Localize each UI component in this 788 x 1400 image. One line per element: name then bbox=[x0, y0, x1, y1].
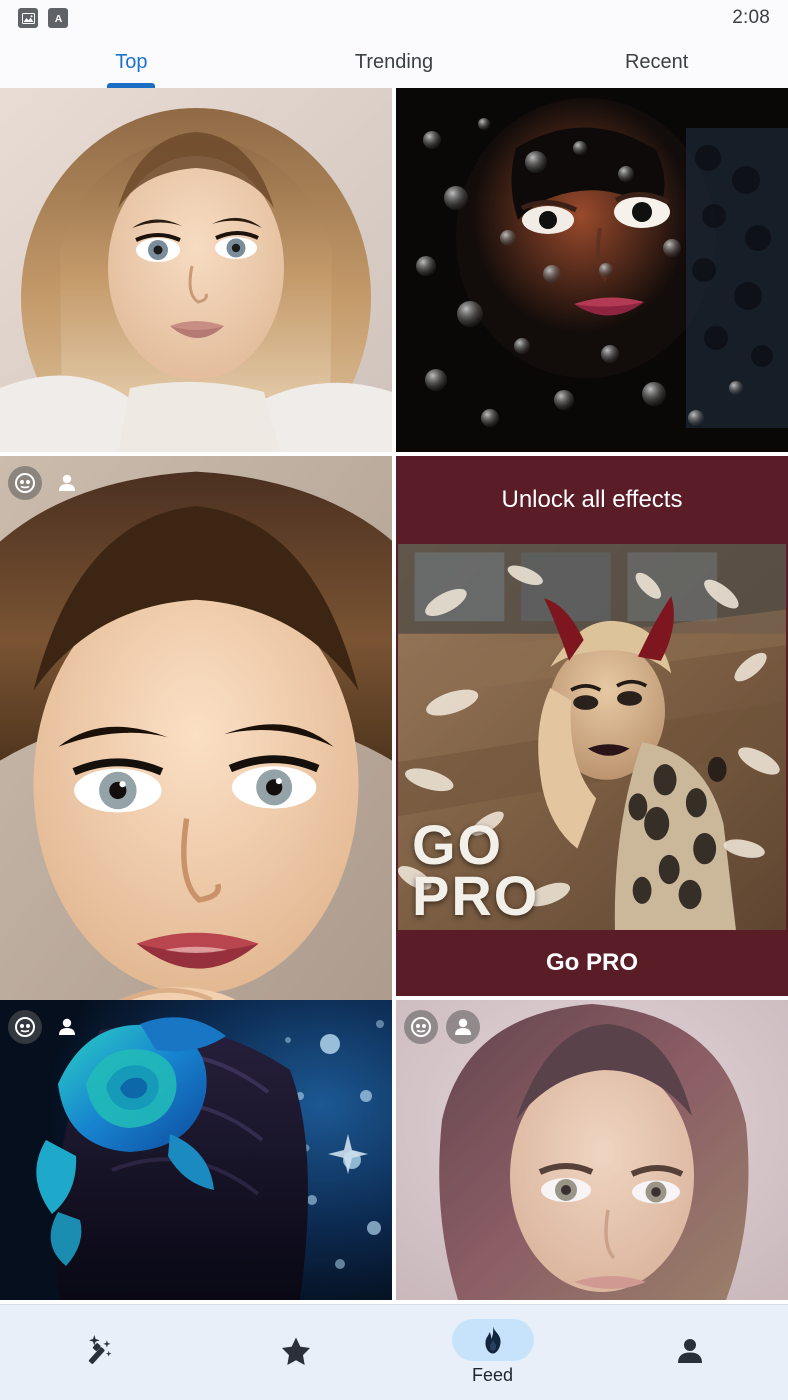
tab-top[interactable]: Top bbox=[0, 36, 263, 88]
promo-card[interactable]: Unlock all effects GO PRO Go PRO bbox=[396, 456, 788, 996]
nav-item-favorites[interactable] bbox=[197, 1305, 394, 1400]
feed-tile-3-badges bbox=[8, 466, 84, 500]
nav-item-feed[interactable]: Feed bbox=[394, 1305, 591, 1400]
feed-tile-4[interactable] bbox=[396, 1000, 788, 1300]
tab-trending-label: Trending bbox=[354, 50, 434, 73]
flame-icon bbox=[451, 1319, 534, 1361]
app-screen: A 2:08 Top Trending Recent Unlock all ef… bbox=[0, 0, 788, 1400]
status-bar: A 2:08 bbox=[0, 0, 788, 36]
person-icon[interactable] bbox=[50, 466, 84, 500]
tab-recent[interactable]: Recent bbox=[525, 36, 788, 88]
face-effect-icon[interactable] bbox=[404, 1010, 438, 1044]
svg-text:A: A bbox=[54, 13, 62, 25]
tab-bar: Top Trending Recent bbox=[0, 36, 788, 88]
feed-tile-1-image bbox=[0, 88, 392, 452]
feed-tile-5-badges bbox=[8, 1010, 84, 1044]
bottom-navigation: Feed bbox=[0, 1304, 788, 1400]
feed-tile-2[interactable] bbox=[396, 88, 788, 452]
image-notification-icon bbox=[18, 8, 38, 28]
promo-card-body: Unlock all effects GO PRO Go PRO bbox=[396, 456, 788, 996]
letter-a-notification-icon: A bbox=[48, 8, 68, 28]
promo-image-overlay-text: GO PRO bbox=[412, 812, 540, 928]
nav-item-feed-label: Feed bbox=[471, 1365, 514, 1385]
person-icon[interactable] bbox=[446, 1010, 480, 1044]
go-pro-button[interactable]: Go PRO bbox=[396, 930, 788, 996]
promo-image: GO PRO bbox=[398, 544, 786, 930]
nav-item-effects[interactable] bbox=[0, 1305, 197, 1400]
promo-overlay-line-1: GO bbox=[412, 812, 504, 876]
nav-item-profile[interactable] bbox=[591, 1305, 788, 1400]
person-icon bbox=[649, 1330, 731, 1372]
promo-overlay-line-2: PRO bbox=[412, 864, 540, 928]
tab-recent-label: Recent bbox=[624, 50, 689, 73]
feed-tile-4-badges bbox=[404, 1010, 480, 1044]
face-effect-icon[interactable] bbox=[8, 466, 42, 500]
status-bar-clock: 2:08 bbox=[732, 7, 770, 28]
feed-tile-5-image bbox=[0, 1000, 392, 1300]
feed-tile-5[interactable] bbox=[0, 1000, 392, 1300]
promo-headline: Unlock all effects bbox=[501, 486, 683, 513]
feed-tile-1[interactable] bbox=[0, 88, 392, 452]
feed-tile-2-image bbox=[396, 88, 788, 452]
feed-grid: Unlock all effects GO PRO Go PRO bbox=[0, 88, 788, 1304]
person-icon[interactable] bbox=[50, 1010, 84, 1044]
star-icon bbox=[255, 1330, 337, 1372]
face-effect-icon[interactable] bbox=[8, 1010, 42, 1044]
tab-top-label: Top bbox=[115, 50, 148, 73]
tab-trending[interactable]: Trending bbox=[263, 36, 526, 88]
magic-wand-icon bbox=[58, 1330, 140, 1372]
status-bar-icons: A bbox=[18, 8, 68, 28]
feed-tile-4-image bbox=[396, 1000, 788, 1300]
